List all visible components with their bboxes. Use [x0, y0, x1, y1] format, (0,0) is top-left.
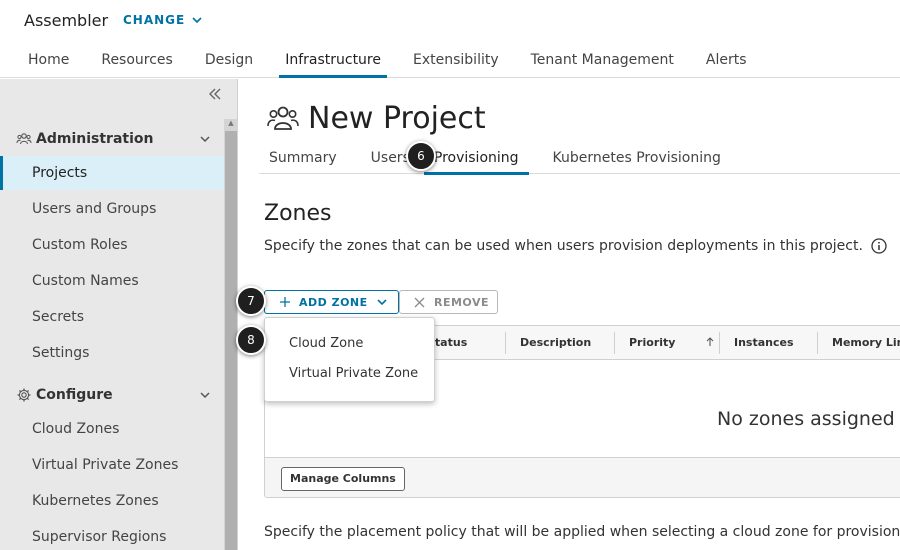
change-button[interactable]: CHANGE	[123, 13, 203, 27]
manage-columns-button[interactable]: Manage Columns	[281, 467, 405, 491]
tab-provisioning[interactable]: Provisioning	[423, 143, 529, 175]
sidebar-item-supervisor-regions[interactable]: Supervisor Regions	[0, 520, 224, 550]
double-chevron-left-icon[interactable]	[206, 85, 224, 103]
sidebar-section-administration[interactable]: Administration	[0, 122, 224, 156]
nav-extensibility[interactable]: Extensibility	[397, 42, 515, 78]
remove-label: REMOVE	[434, 295, 490, 309]
column-header-description[interactable]: Description	[505, 332, 591, 354]
step-badge: 7	[236, 286, 266, 316]
project-tabs: Summary Users Provisioning Kubernetes Pr…	[259, 143, 900, 175]
main-nav: Home Resources Design Infrastructure Ext…	[12, 42, 763, 78]
page-title-text: New Project	[308, 101, 486, 136]
plus-icon	[280, 297, 290, 307]
chevron-down-icon	[200, 392, 210, 399]
chevron-down-icon	[200, 136, 210, 143]
placement-policy-description: Specify the placement policy that will b…	[264, 524, 900, 540]
sort-ascending-icon[interactable]	[705, 337, 715, 347]
close-icon	[414, 297, 425, 307]
tab-kubernetes-provisioning[interactable]: Kubernetes Provisioning	[543, 143, 731, 174]
gear-icon	[17, 388, 31, 402]
nav-tenant-management[interactable]: Tenant Management	[515, 42, 690, 78]
column-header-instances[interactable]: Instances	[719, 332, 794, 354]
chevron-down-icon	[377, 299, 387, 306]
sidebar: Administration Projects Users and Groups…	[0, 79, 238, 550]
nav-home[interactable]: Home	[12, 42, 85, 78]
sidebar-item-custom-roles[interactable]: Custom Roles	[0, 228, 224, 262]
sidebar-item-custom-names[interactable]: Custom Names	[0, 264, 224, 298]
zones-heading: Zones	[264, 201, 332, 226]
nav-resources[interactable]: Resources	[85, 42, 189, 78]
sidebar-section-label: Administration	[36, 131, 154, 147]
scroll-up-arrow-icon[interactable]: ▲	[227, 119, 235, 127]
nav-alerts[interactable]: Alerts	[690, 42, 763, 78]
menu-item-cloud-zone[interactable]: Cloud Zone	[265, 330, 436, 358]
change-label: CHANGE	[123, 13, 186, 27]
sidebar-item-virtual-private-zones[interactable]: Virtual Private Zones	[0, 448, 224, 482]
users-group-icon	[267, 106, 299, 130]
grid-footer: Manage Columns	[265, 457, 900, 497]
sidebar-section-label: Configure	[36, 387, 113, 403]
sidebar-item-settings[interactable]: Settings	[0, 336, 224, 370]
nav-infrastructure[interactable]: Infrastructure	[269, 42, 397, 78]
app-header: Assembler CHANGE Home Resources Design I…	[0, 0, 900, 78]
sidebar-item-cloud-zones[interactable]: Cloud Zones	[0, 412, 224, 446]
users-group-icon	[16, 133, 32, 145]
sidebar-item-kubernetes-zones[interactable]: Kubernetes Zones	[0, 484, 224, 518]
page-title: New Project	[266, 101, 486, 136]
remove-button[interactable]: REMOVE	[399, 290, 498, 314]
column-header-memory-limit[interactable]: Memory Limit	[817, 332, 900, 354]
add-zone-button[interactable]: ADD ZONE	[264, 290, 399, 314]
tab-summary[interactable]: Summary	[259, 143, 347, 174]
grid-empty-message: No zones assigned	[717, 408, 895, 430]
chevron-down-icon	[192, 17, 202, 24]
add-zone-dropdown-menu: Cloud Zone Virtual Private Zone	[264, 317, 435, 402]
zones-description-text: Specify the zones that can be used when …	[264, 238, 863, 254]
column-header-priority-label: Priority	[629, 336, 676, 349]
sidebar-section-configure[interactable]: Configure	[0, 378, 224, 412]
step-badge: 8	[236, 325, 266, 355]
column-header-priority[interactable]: Priority	[614, 332, 718, 354]
sidebar-item-secrets[interactable]: Secrets	[0, 300, 224, 334]
zones-description: Specify the zones that can be used when …	[264, 238, 887, 254]
sidebar-item-projects[interactable]: Projects	[0, 156, 224, 190]
menu-item-virtual-private-zone[interactable]: Virtual Private Zone	[265, 360, 436, 388]
add-zone-label: ADD ZONE	[299, 295, 368, 309]
nav-design[interactable]: Design	[189, 42, 269, 78]
app-title: Assembler	[24, 11, 109, 30]
sidebar-item-users-and-groups[interactable]: Users and Groups	[0, 192, 224, 226]
main-content: New Project Summary Users Provisioning K…	[236, 79, 900, 550]
info-icon[interactable]	[871, 238, 887, 254]
step-badge: 6	[406, 141, 436, 171]
